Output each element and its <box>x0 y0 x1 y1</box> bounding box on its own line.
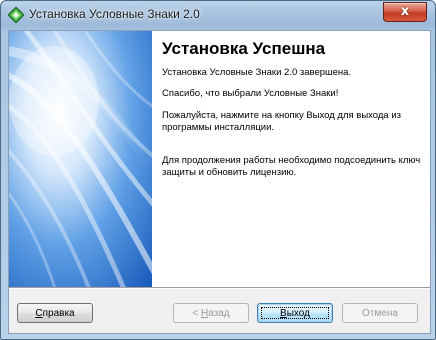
side-banner-image <box>9 31 152 287</box>
license-notice: Для продолжения работы необходимо подсое… <box>162 155 421 178</box>
wizard-client-area: Установка Успешна Установка Условные Зна… <box>8 30 431 334</box>
installer-window: Установка Условные Знаки 2.0 x Установка… <box>0 0 436 340</box>
thanks-message: Спасибо, что выбрали Условные Знаки! <box>162 88 339 99</box>
help-button[interactable]: Справка <box>17 303 93 323</box>
window-title: Установка Условные Знаки 2.0 <box>29 7 200 21</box>
back-button-arrow: < <box>192 308 201 319</box>
cancel-button[interactable]: Отмена <box>342 303 418 323</box>
close-icon: x <box>400 4 410 19</box>
exit-button[interactable]: Выход <box>257 303 333 323</box>
back-button-label: азад <box>208 308 230 319</box>
decorative-swirl-graphic <box>9 31 152 287</box>
page-heading: Установка Успешна <box>162 39 326 58</box>
back-button[interactable]: < Назад <box>173 303 249 323</box>
help-button-label: правка <box>42 308 75 319</box>
completion-message: Установка Условные Знаки 2.0 завершена. <box>162 67 352 78</box>
exit-button-label: ыход <box>286 308 310 319</box>
title-bar[interactable]: Установка Условные Знаки 2.0 x <box>1 1 435 29</box>
close-button[interactable]: x <box>383 2 427 22</box>
exit-instructions: Пожалуйста, нажмите на кнопку Выход для … <box>162 110 401 133</box>
help-button-mnemonic: С <box>35 308 43 319</box>
exit-button-mnemonic: В <box>280 308 287 319</box>
installer-app-icon <box>8 7 24 23</box>
content-panel: Установка Успешна Установка Условные Зна… <box>152 31 430 287</box>
button-bar-divider <box>9 287 430 289</box>
